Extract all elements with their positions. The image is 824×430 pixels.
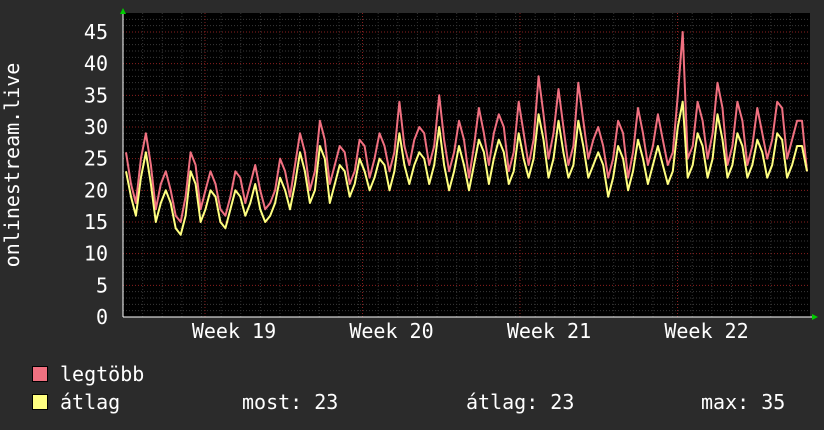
y-tick-label: 35 [84, 83, 108, 107]
y-tick-label: 45 [84, 20, 108, 44]
stat-atlag-value: 23 [550, 390, 575, 414]
stat-max-value: 35 [761, 390, 786, 414]
stat-max: max: 35 [701, 391, 785, 413]
y-tick-labels: 0 5 10 15 20 25 30 35 40 45 [84, 20, 108, 329]
y-tick-label: 15 [84, 210, 108, 234]
stat-atlag-label: átlag: [466, 390, 539, 414]
x-tick-label: Week 21 [507, 319, 591, 343]
x-tick-label: Week 22 [664, 319, 748, 343]
legend-label: legtöbb [60, 362, 145, 386]
y-tick-label: 30 [84, 115, 108, 139]
stat-most-value: 23 [314, 390, 339, 414]
y-axis-arrow [120, 8, 126, 14]
legend-swatch-legtobb [32, 366, 48, 382]
x-tick-label: Week 20 [349, 319, 433, 343]
y-tick-label: 0 [96, 305, 108, 329]
y-tick-label: 5 [96, 273, 108, 297]
x-axis-arrow [812, 314, 818, 320]
y-tick-label: 10 [84, 242, 108, 266]
legend-label: átlag [60, 390, 121, 414]
legend-swatch-atlag [32, 394, 48, 410]
x-tick-label: Week 19 [192, 319, 276, 343]
stat-max-label: max: [701, 390, 750, 414]
stat-most: most: 23 [242, 391, 338, 413]
stat-most-label: most: [242, 390, 303, 414]
y-tick-label: 20 [84, 178, 108, 202]
y-axis-label: onlinestream.live [0, 63, 24, 268]
y-tick-label: 25 [84, 147, 108, 171]
x-tick-labels: Week 19 Week 20 Week 21 Week 22 [192, 319, 749, 343]
y-tick-label: 40 [84, 52, 108, 76]
stat-atlag: átlag: 23 [466, 391, 574, 413]
